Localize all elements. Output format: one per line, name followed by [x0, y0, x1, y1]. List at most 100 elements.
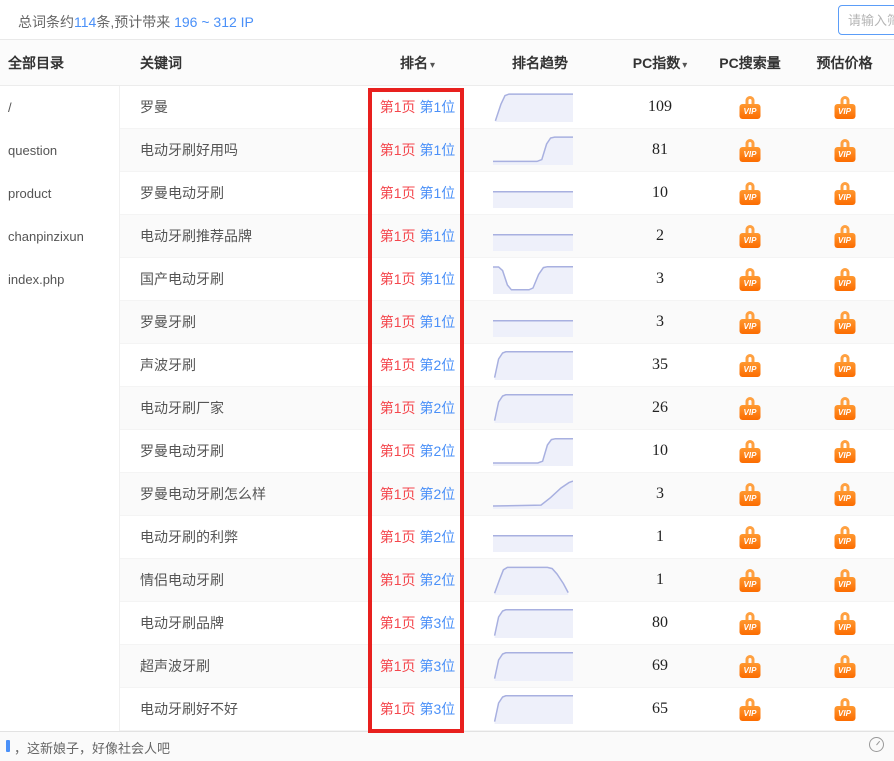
vip-lock-icon[interactable]: VIP: [737, 354, 763, 377]
vip-lock-icon[interactable]: VIP: [832, 182, 858, 205]
rank-cell[interactable]: 第1页第1位: [370, 269, 465, 289]
rank-pos-link[interactable]: 第2位: [420, 400, 456, 416]
vip-lock-icon[interactable]: VIP: [832, 397, 858, 420]
rank-pos-link[interactable]: 第1位: [420, 271, 456, 287]
rank-pos-link[interactable]: 第2位: [420, 443, 456, 459]
keyword-cell: 罗曼电动牙刷怎么样: [120, 484, 370, 504]
vip-lock-icon[interactable]: VIP: [832, 311, 858, 334]
vip-lock-label: VIP: [740, 534, 761, 549]
rank-page-link[interactable]: 第1页: [380, 185, 416, 201]
rank-pos-link[interactable]: 第1位: [420, 142, 456, 158]
trend-sparkline: [493, 264, 587, 294]
vip-lock-icon[interactable]: VIP: [832, 440, 858, 463]
table-row: 电动牙刷厂家 第1页第2位 26 VIP VIP: [0, 387, 894, 430]
vip-lock-icon[interactable]: VIP: [737, 268, 763, 291]
rank-pos-link[interactable]: 第2位: [420, 357, 456, 373]
rank-cell[interactable]: 第1页第2位: [370, 570, 465, 590]
rank-cell[interactable]: 第1页第1位: [370, 140, 465, 160]
vip-lock-icon[interactable]: VIP: [737, 483, 763, 506]
vip-lock-icon[interactable]: VIP: [737, 698, 763, 721]
rank-pos-link[interactable]: 第3位: [420, 658, 456, 674]
rank-cell[interactable]: 第1页第1位: [370, 226, 465, 246]
vip-lock-icon[interactable]: VIP: [737, 612, 763, 635]
rank-page-link[interactable]: 第1页: [380, 443, 416, 459]
rank-page-link[interactable]: 第1页: [380, 529, 416, 545]
trend-cell: [465, 221, 615, 251]
keyword-cell: 国产电动牙刷: [120, 269, 370, 289]
rank-pos-link[interactable]: 第1位: [420, 228, 456, 244]
vip-lock-icon[interactable]: VIP: [832, 655, 858, 678]
rank-cell[interactable]: 第1页第3位: [370, 699, 465, 719]
rank-page-link[interactable]: 第1页: [380, 400, 416, 416]
rank-cell[interactable]: 第1页第1位: [370, 312, 465, 332]
rank-cell[interactable]: 第1页第2位: [370, 441, 465, 461]
vip-lock-icon[interactable]: VIP: [832, 268, 858, 291]
vip-lock-label: VIP: [740, 491, 761, 506]
rank-cell[interactable]: 第1页第2位: [370, 484, 465, 504]
vip-lock-icon[interactable]: VIP: [832, 569, 858, 592]
vip-lock-icon[interactable]: VIP: [832, 96, 858, 119]
summary-prefix: 总词条约: [18, 14, 74, 30]
vip-lock-icon[interactable]: VIP: [832, 139, 858, 162]
rank-pos-link[interactable]: 第3位: [420, 701, 456, 717]
column-header-rank[interactable]: 排名▾: [370, 53, 465, 73]
rank-pos-link[interactable]: 第3位: [420, 615, 456, 631]
rank-page-link[interactable]: 第1页: [380, 314, 416, 330]
rank-pos-link[interactable]: 第2位: [420, 572, 456, 588]
rank-cell[interactable]: 第1页第2位: [370, 398, 465, 418]
search-input[interactable]: [838, 5, 894, 35]
rank-cell[interactable]: 第1页第3位: [370, 613, 465, 633]
sidebar-item-[interactable]: /: [0, 86, 119, 129]
trend-cell: [465, 522, 615, 552]
vip-lock-label: VIP: [740, 362, 761, 377]
sidebar-item-index-php[interactable]: index.php: [0, 258, 119, 301]
vip-lock-icon[interactable]: VIP: [737, 440, 763, 463]
rank-pos-link[interactable]: 第2位: [420, 486, 456, 502]
rank-cell[interactable]: 第1页第2位: [370, 355, 465, 375]
rank-page-link[interactable]: 第1页: [380, 615, 416, 631]
vip-lock-icon[interactable]: VIP: [737, 182, 763, 205]
rank-cell[interactable]: 第1页第2位: [370, 527, 465, 547]
rank-page-link[interactable]: 第1页: [380, 228, 416, 244]
vip-lock-icon[interactable]: VIP: [737, 311, 763, 334]
rank-page-link[interactable]: 第1页: [380, 658, 416, 674]
rank-cell[interactable]: 第1页第3位: [370, 656, 465, 676]
rank-pos-link[interactable]: 第2位: [420, 529, 456, 545]
vip-lock-icon[interactable]: VIP: [832, 354, 858, 377]
vip-lock-label: VIP: [834, 448, 855, 463]
vip-lock-icon[interactable]: VIP: [737, 655, 763, 678]
column-header-pc-index[interactable]: PC指数▾: [615, 53, 705, 73]
vip-lock-icon[interactable]: VIP: [832, 225, 858, 248]
rank-pos-link[interactable]: 第1位: [420, 314, 456, 330]
trend-sparkline: [493, 350, 587, 380]
rank-cell[interactable]: 第1页第1位: [370, 97, 465, 117]
trend-cell: [465, 651, 615, 681]
vip-lock-label: VIP: [834, 362, 855, 377]
vip-lock-icon[interactable]: VIP: [832, 698, 858, 721]
rank-pos-link[interactable]: 第1位: [420, 99, 456, 115]
table-row: 超声波牙刷 第1页第3位 69 VIP VIP: [0, 645, 894, 688]
rank-page-link[interactable]: 第1页: [380, 271, 416, 287]
trend-sparkline: [493, 92, 587, 122]
rank-page-link[interactable]: 第1页: [380, 357, 416, 373]
rank-page-link[interactable]: 第1页: [380, 142, 416, 158]
vip-lock-icon[interactable]: VIP: [737, 569, 763, 592]
table-row: 罗曼电动牙刷 第1页第1位 10 VIP VIP: [0, 172, 894, 215]
vip-lock-icon[interactable]: VIP: [737, 225, 763, 248]
sidebar-item-question[interactable]: question: [0, 129, 119, 172]
rank-page-link[interactable]: 第1页: [380, 701, 416, 717]
vip-lock-icon[interactable]: VIP: [832, 612, 858, 635]
vip-lock-icon[interactable]: VIP: [832, 483, 858, 506]
sidebar-item-product[interactable]: product: [0, 172, 119, 215]
vip-lock-icon[interactable]: VIP: [737, 96, 763, 119]
rank-cell[interactable]: 第1页第1位: [370, 183, 465, 203]
vip-lock-icon[interactable]: VIP: [832, 526, 858, 549]
rank-page-link[interactable]: 第1页: [380, 99, 416, 115]
sidebar-item-chanpinzixun[interactable]: chanpinzixun: [0, 215, 119, 258]
rank-page-link[interactable]: 第1页: [380, 486, 416, 502]
vip-lock-icon[interactable]: VIP: [737, 139, 763, 162]
vip-lock-icon[interactable]: VIP: [737, 526, 763, 549]
rank-page-link[interactable]: 第1页: [380, 572, 416, 588]
vip-lock-icon[interactable]: VIP: [737, 397, 763, 420]
rank-pos-link[interactable]: 第1位: [420, 185, 456, 201]
